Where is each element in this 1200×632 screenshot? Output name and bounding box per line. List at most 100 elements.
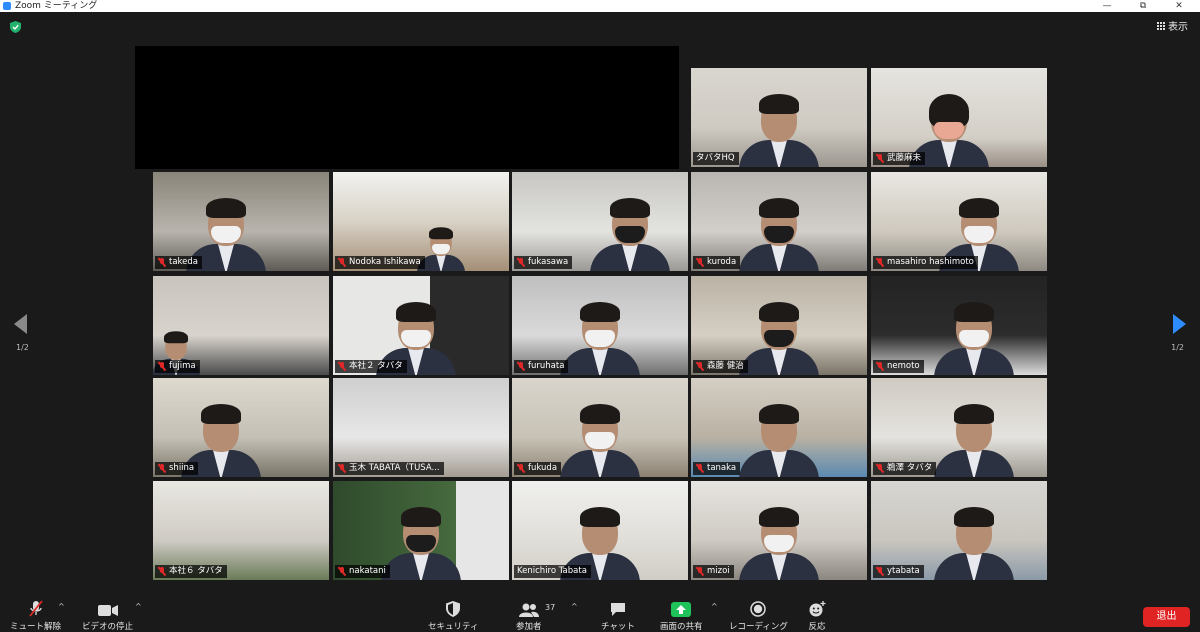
microphone-muted-icon xyxy=(517,362,525,371)
microphone-muted-icon xyxy=(876,154,884,163)
audio-options-caret-icon[interactable]: ^ xyxy=(58,602,65,611)
participants-count: 37 xyxy=(545,603,556,612)
microphone-muted-icon xyxy=(338,362,346,371)
participant-figure xyxy=(560,300,640,375)
share-screen-label: 画面の共有 xyxy=(660,622,703,632)
participant-name-label: kuroda xyxy=(693,256,741,269)
next-page-arrow-icon[interactable] xyxy=(1173,314,1186,334)
participant-video-tile[interactable]: ytabata xyxy=(871,481,1047,580)
participant-figure xyxy=(739,92,819,167)
participant-video-tile[interactable]: 森藤 健治 xyxy=(691,276,867,375)
security-label: セキュリティ xyxy=(428,622,479,632)
participant-video-tile[interactable]: kuroda xyxy=(691,172,867,271)
share-options-caret-icon[interactable]: ^ xyxy=(711,602,718,611)
microphone-muted-icon xyxy=(696,567,704,576)
grid-view-icon xyxy=(1157,21,1165,30)
participant-video-tile[interactable]: fukasawa xyxy=(512,172,688,271)
participant-video-tile[interactable]: Nodoka Ishikawa xyxy=(333,172,509,271)
minimize-button[interactable]: — xyxy=(1094,0,1120,12)
participant-name: 本社２ タバタ xyxy=(349,361,403,371)
participant-name-label: 玉木 TABATA（TUSA... xyxy=(335,462,444,475)
participant-name: fujima xyxy=(169,361,196,371)
participant-name: furuhata xyxy=(528,361,565,371)
participant-name-label: fukasawa xyxy=(514,256,573,269)
participant-name: 武藤麻未 xyxy=(887,153,922,163)
video-options-caret-icon[interactable]: ^ xyxy=(135,602,142,611)
participant-name-label: mizoi xyxy=(693,565,734,578)
participant-video-tile[interactable]: タバタHQ xyxy=(691,68,867,167)
page-indicator-left: 1/2 xyxy=(16,343,29,352)
view-button-label: 表示 xyxy=(1168,22,1188,33)
participants-label: 参加者 xyxy=(516,622,542,632)
security-shield-icon xyxy=(446,601,461,617)
participant-name: nakatani xyxy=(349,566,386,576)
participants-button[interactable]: 参加者 xyxy=(516,600,542,632)
participant-video-tile[interactable]: nakatani xyxy=(333,481,509,580)
microphone-muted-icon xyxy=(28,600,43,617)
screen-share-area xyxy=(135,46,679,169)
record-icon xyxy=(750,601,767,617)
participant-video-tile[interactable]: 玉木 TABATA（TUSA... xyxy=(333,378,509,477)
participant-video-tile[interactable]: nemoto xyxy=(871,276,1047,375)
security-button[interactable]: セキュリティ xyxy=(428,600,479,632)
unmute-button[interactable]: ミュート解除 xyxy=(10,600,61,632)
participant-name-label: Kenichiro Tabata xyxy=(514,565,591,578)
participant-video-tile[interactable]: takeda xyxy=(153,172,329,271)
participant-video-tile[interactable]: fukuda xyxy=(512,378,688,477)
share-screen-button[interactable]: 画面の共有 xyxy=(660,600,703,632)
participant-figure xyxy=(560,402,640,477)
microphone-muted-icon xyxy=(158,464,166,473)
participant-video-tile[interactable]: shiina xyxy=(153,378,329,477)
reactions-label: 反応 xyxy=(808,622,826,632)
window-title-bar: Zoom ミーティング — ⧉ ✕ xyxy=(0,0,1200,12)
participant-name: fukasawa xyxy=(528,257,569,267)
participants-options-caret-icon[interactable]: ^ xyxy=(571,602,578,611)
participant-video-tile[interactable]: 武藤麻未 xyxy=(871,68,1047,167)
participant-name-label: 森藤 健治 xyxy=(693,360,748,373)
participant-figure xyxy=(739,300,819,375)
reactions-button[interactable]: 反応 xyxy=(808,600,826,632)
record-button[interactable]: レコーディング xyxy=(729,600,788,632)
restore-button[interactable]: ⧉ xyxy=(1130,0,1156,12)
stop-video-button[interactable]: ビデオの停止 xyxy=(82,600,133,632)
participant-name: Nodoka Ishikawa xyxy=(349,257,421,267)
participant-video-tile[interactable]: Kenichiro Tabata xyxy=(512,481,688,580)
participant-video-tile[interactable]: furuhata xyxy=(512,276,688,375)
participant-video-tile[interactable]: masahiro hashimoto xyxy=(871,172,1047,271)
close-button[interactable]: ✕ xyxy=(1166,0,1192,12)
participant-name-label: nemoto xyxy=(873,360,924,373)
zoom-app-icon xyxy=(3,2,11,10)
microphone-muted-icon xyxy=(876,464,884,473)
microphone-muted-icon xyxy=(158,362,166,371)
participant-figure xyxy=(381,505,461,580)
previous-page-arrow-icon[interactable] xyxy=(14,314,27,334)
view-button[interactable]: 表示 xyxy=(1157,18,1188,33)
participant-name: ytabata xyxy=(887,566,920,576)
chat-label: チャット xyxy=(601,622,635,632)
participant-video-tile[interactable]: 本社６ タバタ xyxy=(153,481,329,580)
participant-video-tile[interactable]: tanaka xyxy=(691,378,867,477)
participant-video-tile[interactable]: mizoi xyxy=(691,481,867,580)
participant-name: kuroda xyxy=(707,257,737,267)
participant-name: shiina xyxy=(169,463,195,473)
leave-button[interactable]: 退出 xyxy=(1143,607,1190,627)
participant-video-tile[interactable]: 本社２ タバタ xyxy=(333,276,509,375)
participant-name: 玉木 TABATA（TUSA... xyxy=(349,463,440,473)
participant-name: tanaka xyxy=(707,463,737,473)
microphone-muted-icon xyxy=(696,258,704,267)
microphone-muted-icon xyxy=(696,464,704,473)
participant-name: 本社６ タバタ xyxy=(169,566,223,576)
participant-name-label: 本社６ タバタ xyxy=(155,565,227,578)
chat-button[interactable]: チャット xyxy=(601,600,635,632)
microphone-muted-icon xyxy=(517,464,525,473)
participant-name-label: 鵜澤 タバタ xyxy=(873,462,937,475)
participant-name-label: Nodoka Ishikawa xyxy=(335,256,425,269)
record-label: レコーディング xyxy=(729,622,788,632)
reactions-emoji-icon xyxy=(809,601,826,617)
unmute-label: ミュート解除 xyxy=(10,622,62,632)
participant-name-label: fujima xyxy=(155,360,200,373)
participant-video-tile[interactable]: 鵜澤 タバタ xyxy=(871,378,1047,477)
shield-check-icon[interactable] xyxy=(10,21,21,33)
participant-name-label: タバタHQ xyxy=(693,152,739,165)
participant-video-tile[interactable]: fujima xyxy=(153,276,329,375)
